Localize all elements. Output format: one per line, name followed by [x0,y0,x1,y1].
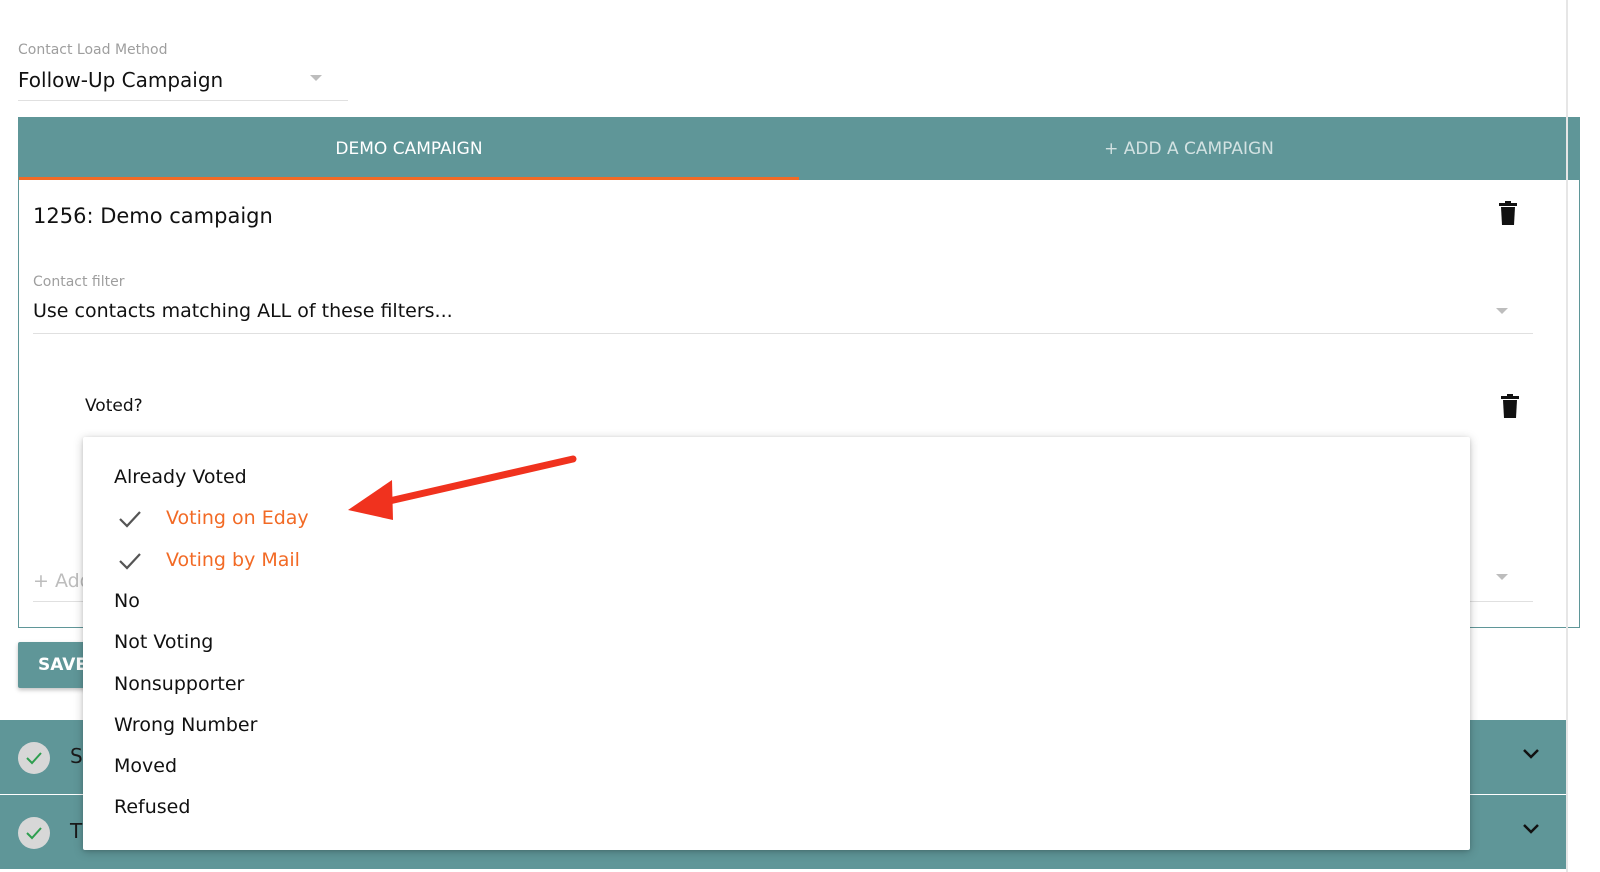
menu-option-nonsupporter[interactable]: Nonsupporter [83,664,1470,705]
contact-filter-label: Contact filter [33,274,125,290]
contact-load-method-value: Follow-Up Campaign [18,68,224,92]
chevron-down-icon [1523,824,1539,834]
menu-option-label: Nonsupporter [114,673,245,695]
campaign-title: 1256: Demo campaign [33,204,273,228]
tab-add-campaign[interactable]: + ADD A CAMPAIGN [799,118,1579,180]
chevron-down-icon [310,75,322,81]
annotation-arrow-icon [348,455,577,520]
menu-option-voting-on-eday[interactable]: Voting on Eday [83,498,1470,539]
menu-option-refused[interactable]: Refused [83,787,1470,828]
menu-option-already-voted[interactable]: Already Voted [83,457,1470,498]
chevron-down-icon [1496,574,1508,580]
accordion-title: T [70,819,83,843]
filter-item-label: Voted? [85,396,143,416]
menu-option-not-voting[interactable]: Not Voting [83,622,1470,663]
check-circle-icon [18,817,50,849]
tab-active-indicator [19,177,799,180]
menu-option-label: Wrong Number [114,714,258,736]
menu-option-label: Voting by Mail [166,549,300,571]
contact-load-method-label: Contact Load Method [18,42,168,58]
menu-option-no[interactable]: No [83,581,1470,622]
scrollbar[interactable] [1566,0,1568,872]
menu-option-voting-by-mail[interactable]: Voting by Mail [83,540,1470,581]
check-icon [119,553,141,570]
contact-load-method-select[interactable]: Contact Load Method Follow-Up Campaign [18,40,348,101]
check-circle-icon [18,742,50,774]
menu-option-label: Refused [114,796,191,818]
menu-option-label: Voting on Eday [166,507,309,529]
check-icon [119,511,141,528]
menu-option-label: Moved [114,755,178,777]
filter-underline [33,333,1533,334]
contact-filter-select[interactable]: Use contacts matching ALL of these filte… [33,300,453,322]
voted-dropdown-menu: Already Voted Voting on Eday Voting by M… [83,437,1470,850]
chevron-down-icon [1496,308,1508,314]
delete-campaign-trash-icon[interactable] [1499,201,1517,225]
menu-option-label: No [114,590,140,612]
menu-option-label: Already Voted [114,466,247,488]
select-underline [18,100,348,101]
campaign-tab-bar: DEMO CAMPAIGN + ADD A CAMPAIGN [19,118,1579,180]
menu-option-wrong-number[interactable]: Wrong Number [83,705,1470,746]
chevron-down-icon [1523,749,1539,759]
menu-option-moved[interactable]: Moved [83,746,1470,787]
tab-demo-campaign[interactable]: DEMO CAMPAIGN [19,118,799,180]
menu-option-label: Not Voting [114,631,214,653]
accordion-title: S [70,744,83,768]
delete-filter-trash-icon[interactable] [1501,394,1519,418]
